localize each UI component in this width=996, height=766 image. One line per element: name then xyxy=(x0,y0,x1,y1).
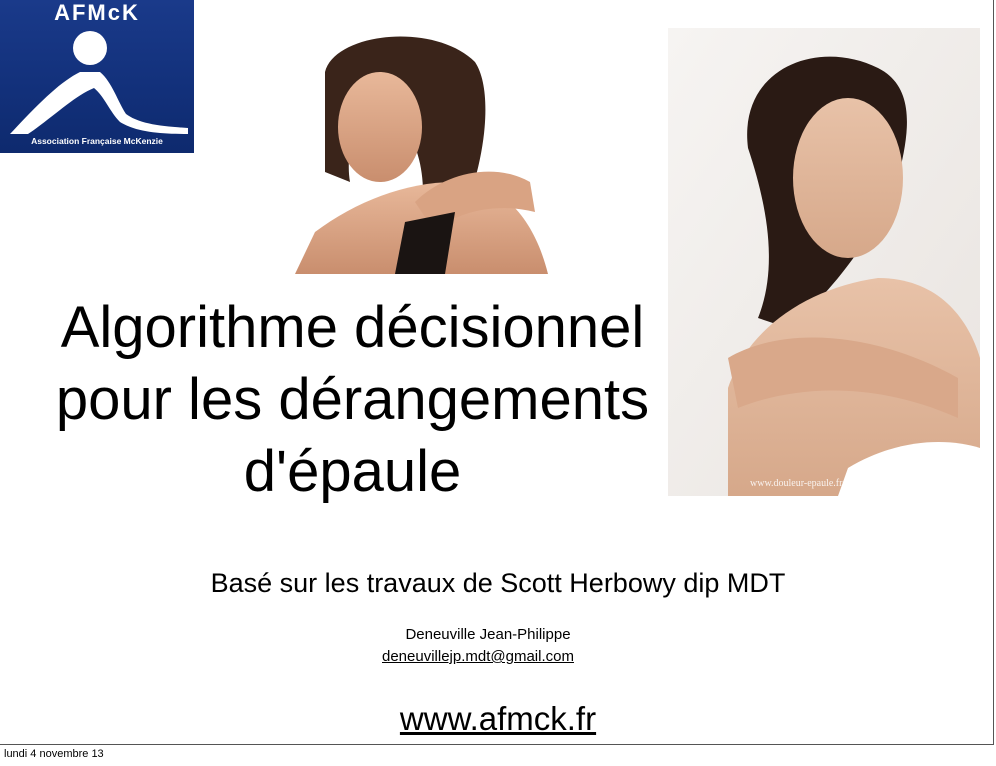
photo-woman-shoulder-pain xyxy=(295,32,548,274)
author-email-link[interactable]: deneuvillejp.mdt@gmail.com xyxy=(358,648,598,665)
slide-subtitle: Basé sur les travaux de Scott Herbowy di… xyxy=(210,568,786,598)
title-line-3: d'épaule xyxy=(243,439,462,504)
slide: AFMcK Association Française McKenzie www… xyxy=(0,0,994,745)
title-line-2: pour les dérangements xyxy=(55,367,650,432)
author-name: Deneuville Jean-Philippe xyxy=(405,626,571,643)
mckenzie-figure-icon xyxy=(10,31,188,134)
slide-date-footer: lundi 4 novembre 13 xyxy=(4,748,104,760)
photo-woman-holding-shoulder xyxy=(668,28,980,496)
title-line-1: Algorithme décisionnel xyxy=(60,295,645,360)
slide-title: Algorithme décisionnel pour les dérangem… xyxy=(0,292,705,508)
website-link[interactable]: www.afmck.fr xyxy=(360,700,636,738)
photo-watermark: www.douleur-epaule.fr xyxy=(750,478,843,489)
logo-subtitle: Association Française McKenzie xyxy=(31,136,163,146)
afmck-logo: AFMcK Association Française McKenzie xyxy=(0,0,194,153)
